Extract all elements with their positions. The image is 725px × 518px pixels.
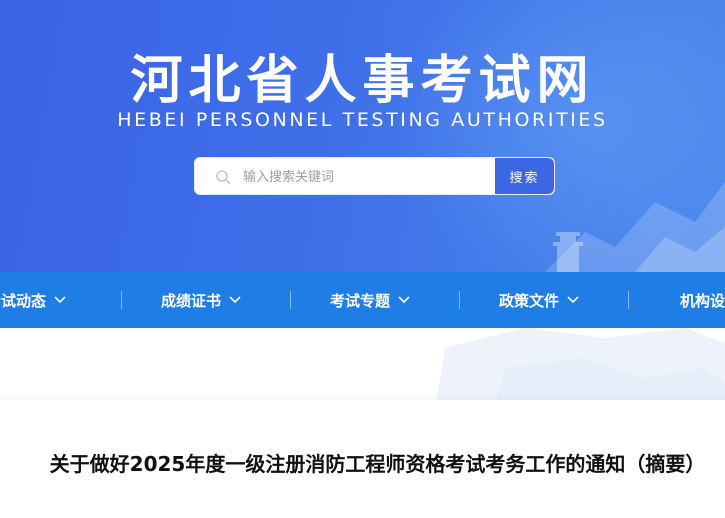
chevron-down-icon xyxy=(567,296,579,304)
nav-item-label: 政策文件 xyxy=(499,291,560,310)
article-title: 关于做好2025年度一级注册消防工程师资格考试考务工作的通知（摘要） xyxy=(49,452,706,476)
search-box: 搜索 xyxy=(194,157,555,195)
nav-divider xyxy=(628,291,629,309)
main-nav: 考试动态 成绩证书 考试专题 政策文件 机构设 xyxy=(0,272,725,328)
search-input[interactable] xyxy=(243,163,491,191)
nav-item-exam-news[interactable]: 考试动态 xyxy=(0,272,66,328)
nav-item-label: 机构设 xyxy=(680,291,725,310)
nav-divider xyxy=(121,291,122,309)
nav-item-exam-topics[interactable]: 考试专题 xyxy=(330,272,410,328)
nav-item-scores-certificates[interactable]: 成绩证书 xyxy=(161,272,241,328)
site-title: 河北省人事考试网 xyxy=(130,51,595,111)
nav-divider xyxy=(459,291,460,309)
chevron-down-icon xyxy=(229,296,241,304)
site-subtitle: HEBEI PERSONNEL TESTING AUTHORITIES xyxy=(117,109,608,131)
nav-item-label: 考试动态 xyxy=(0,291,47,310)
search-icon xyxy=(216,170,231,185)
header-banner: 河北省人事考试网 HEBEI PERSONNEL TESTING AUTHORI… xyxy=(0,0,725,272)
nav-item-policy-documents[interactable]: 政策文件 xyxy=(499,272,579,328)
nav-divider xyxy=(290,291,291,309)
search-button[interactable]: 搜索 xyxy=(495,158,554,194)
chevron-down-icon xyxy=(398,296,410,304)
nav-item-label: 成绩证书 xyxy=(161,291,222,310)
nav-item-label: 考试专题 xyxy=(330,291,391,310)
mountain-pagoda-decoration xyxy=(545,182,725,272)
nav-item-institutions[interactable]: 机构设 xyxy=(680,272,725,328)
chevron-down-icon xyxy=(54,296,66,304)
